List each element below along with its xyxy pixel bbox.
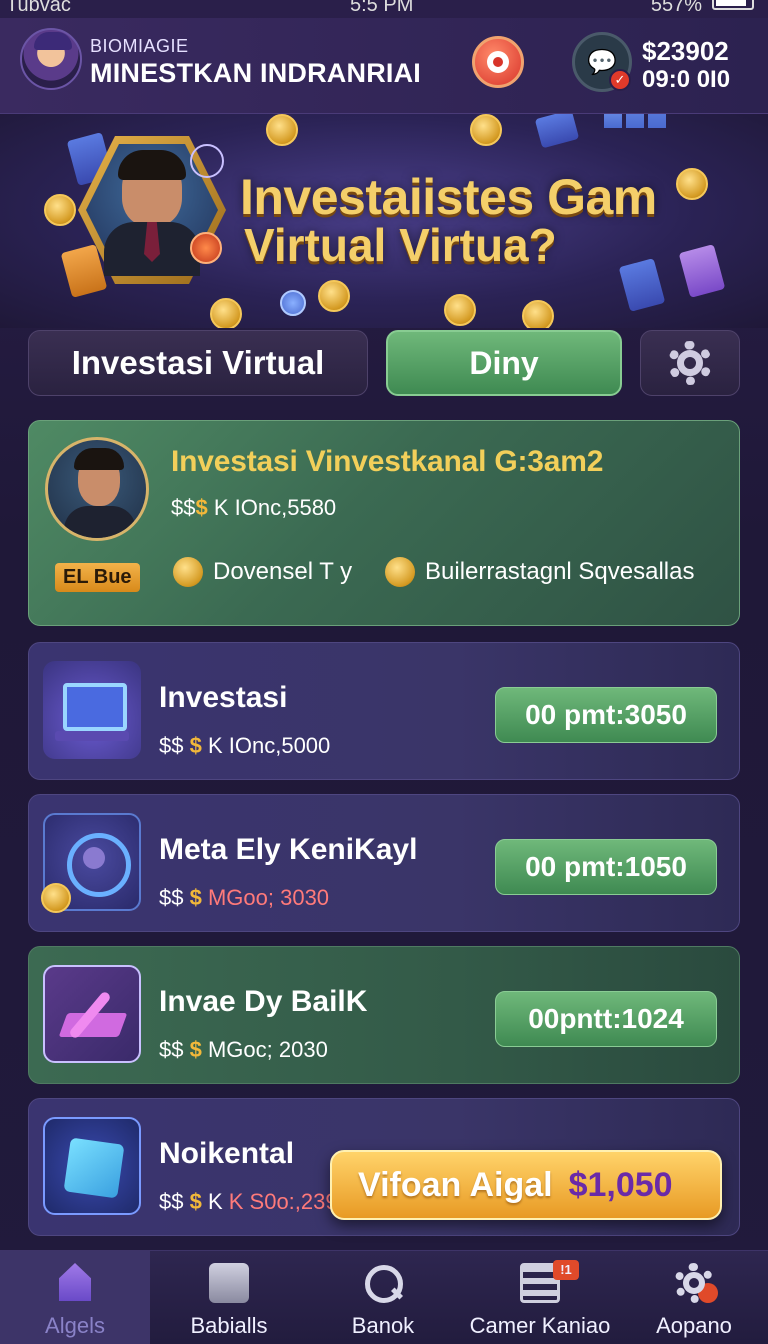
featured-meta-2: Builerrastagnl Sqvesallas <box>385 557 694 587</box>
coin-icon <box>190 232 222 264</box>
tab-investasi-virtual[interactable]: Investasi Virtual <box>28 330 368 396</box>
coin-icon <box>522 300 554 328</box>
bottom-nav: Algels Babialls Banok !1 Camer Kaniao Ao… <box>0 1250 768 1344</box>
header-subtitle: BIOMIAGIE <box>90 36 189 56</box>
chat-button[interactable]: 💬 ✓ <box>572 32 632 92</box>
nav-item-babialls[interactable]: Babialls <box>154 1251 304 1344</box>
price-value: MGoo; 3030 <box>207 885 330 910</box>
list-item[interactable]: Investasi $$ $ K IOnc,5000 00 pmt:3050 <box>28 642 740 780</box>
price-value: K IOnc,5580 <box>213 495 337 520</box>
notification-badge: !1 <box>553 1260 579 1280</box>
bulb-icon <box>173 557 203 587</box>
featured-title: Investasi Vinvestkanal G:3am2 <box>171 445 604 478</box>
carrier-label: Tubvac <box>6 0 71 16</box>
list-item[interactable]: Invae Dy BailK $$ $ MGoc; 2030 00pntt:10… <box>28 946 740 1084</box>
page-title: MINESTKAN INDRANRIAI <box>90 58 421 88</box>
coin-icon <box>444 294 476 326</box>
featured-card[interactable]: EL Bue Investasi Vinvestkanal G:3am2 $$$… <box>28 420 740 626</box>
badge-icon <box>190 144 224 178</box>
meta-label: Dovensel T y <box>213 558 353 585</box>
coin-icon <box>470 114 502 146</box>
tab-diny[interactable]: Diny <box>386 330 622 396</box>
clock: 5:5 PM <box>350 0 414 16</box>
alert-badge <box>698 1283 718 1303</box>
gem-icon <box>280 290 306 316</box>
balance-amount: $23902 <box>642 36 729 66</box>
nav-item-aopano[interactable]: Aopano <box>620 1251 768 1344</box>
item-price: $$ $ MGoc; 2030 <box>159 1037 328 1062</box>
coin-icon <box>210 298 242 328</box>
battery-percent: 557% <box>650 0 702 16</box>
coin-icon <box>385 557 415 587</box>
nav-label: Algels <box>45 1313 105 1338</box>
investor-suit <box>104 222 200 276</box>
price-prefix: $$ <box>171 495 196 520</box>
featured-avatar <box>45 437 149 541</box>
promo-label: Vifoan Aigal <box>358 1165 553 1204</box>
coin-icon <box>676 168 708 200</box>
featured-price: $$$ K IOnc,5580 <box>171 495 336 521</box>
avatar[interactable] <box>20 28 82 90</box>
featured-tag: EL Bue <box>55 563 140 592</box>
dollar-sign: $ <box>195 495 208 520</box>
monitor-icon <box>43 661 141 759</box>
nav-label: Camer Kaniao <box>469 1313 611 1338</box>
wallet-icon <box>209 1263 249 1303</box>
nav-item-algels[interactable]: Algels <box>0 1251 150 1344</box>
hero-title-line2: Virtual Virtua? <box>244 219 557 271</box>
item-name: Invae Dy BailK <box>159 985 368 1018</box>
document-icon <box>618 258 666 312</box>
settings-button[interactable] <box>640 330 740 396</box>
item-price: $$ $ K IOnc,5000 <box>159 733 331 758</box>
item-name: Meta Ely KeniKayl <box>159 833 418 866</box>
chat-badge: ✓ <box>609 69 631 91</box>
hero-banner: Investaiistes Gam Virtual Virtua? <box>0 114 768 328</box>
promo-banner[interactable]: Vifoan Aigal $1,050 <box>330 1150 722 1220</box>
coin-icon <box>318 280 350 312</box>
notification-button[interactable] <box>472 36 524 88</box>
gear-icon <box>668 341 712 385</box>
nav-label: Banok <box>351 1313 415 1338</box>
app-header: BIOMIAGIE MINESTKAN INDRANRIAI 💬 ✓ $2390… <box>0 18 768 114</box>
investor-portrait <box>118 150 186 226</box>
coin-icon <box>41 883 71 913</box>
nav-label: Aopano <box>656 1313 732 1338</box>
cube-icon <box>43 1117 141 1215</box>
price-value: MGoc; 2030 <box>207 1037 328 1062</box>
item-name: Noikental <box>159 1137 295 1170</box>
item-action-button[interactable]: 00 pmt:3050 <box>495 687 717 743</box>
price-value: K IOnc,5000 <box>207 733 331 758</box>
battery-icon <box>712 0 754 10</box>
gear-icon <box>674 1263 718 1303</box>
item-name: Investasi <box>159 681 288 714</box>
card-icon <box>678 244 726 298</box>
document-icon <box>534 114 580 149</box>
status-bar: Tubvac 5:5 PM 557% <box>0 0 768 18</box>
meta-label: Builerrastagnl Sqvesallas <box>425 558 695 585</box>
balance-timer: 09:0 0I0 <box>642 66 731 93</box>
item-action-button[interactable]: 00 pmt:1050 <box>495 839 717 895</box>
list-item[interactable]: Meta Ely KeniKayl $$ $ MGoo; 3030 00 pmt… <box>28 794 740 932</box>
coin-icon <box>44 194 76 226</box>
nav-item-camer-kaniao[interactable]: !1 Camer Kaniao <box>462 1251 618 1344</box>
chart-icon <box>43 965 141 1063</box>
featured-meta-1: Dovensel T y <box>173 557 352 587</box>
item-action-button[interactable]: 00pntt:1024 <box>495 991 717 1047</box>
list-icon: !1 <box>520 1260 579 1303</box>
nav-label: Babialls <box>190 1313 268 1338</box>
promo-amount: $1,050 <box>568 1165 673 1204</box>
item-price: $$ $ MGoo; 3030 <box>159 885 330 910</box>
home-icon <box>55 1263 95 1303</box>
coin-icon <box>266 114 298 146</box>
search-icon <box>363 1263 403 1303</box>
nav-item-banok[interactable]: Banok <box>308 1251 458 1344</box>
bell-icon <box>487 51 509 73</box>
item-price: $$ $ K K S0o:,2390 <box>159 1189 350 1214</box>
